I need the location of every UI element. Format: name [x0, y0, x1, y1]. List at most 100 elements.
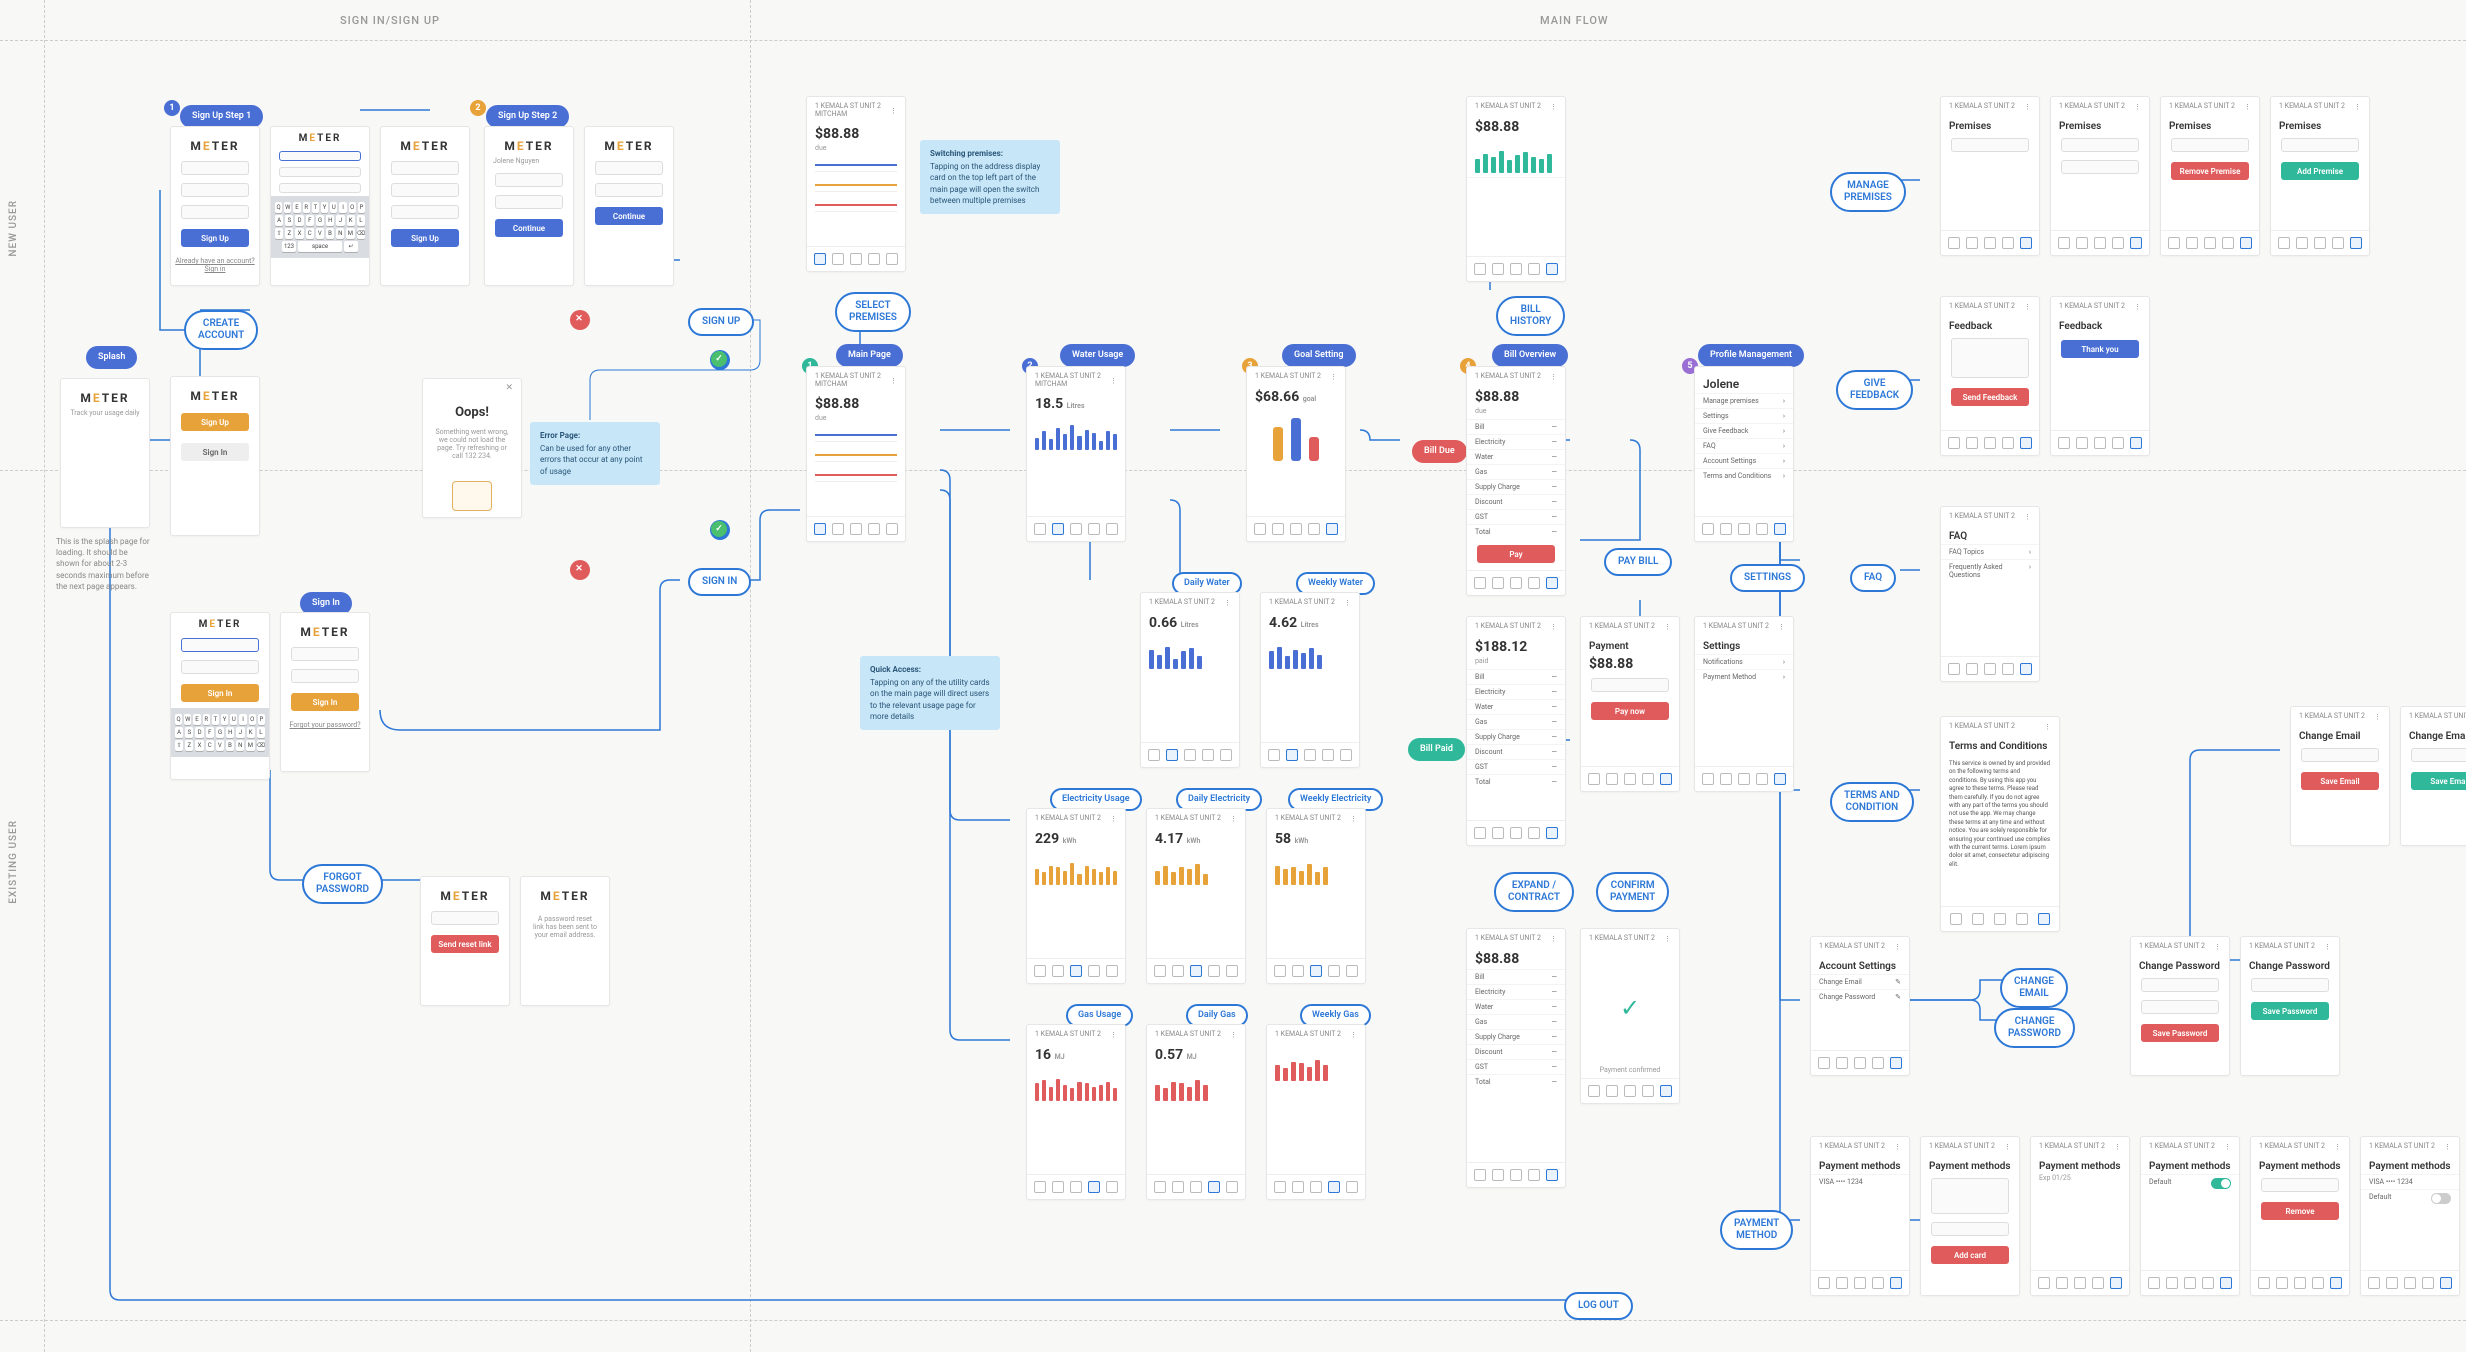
- screen-reset-request[interactable]: METER Send reset link: [420, 876, 510, 1006]
- password-confirm-field[interactable]: [2141, 1000, 2219, 1014]
- remove-premise-button[interactable]: Remove Premise: [2171, 162, 2249, 180]
- toggle[interactable]: [2431, 1193, 2451, 1204]
- menu-icon[interactable]: ⋮: [890, 377, 897, 385]
- card-number-field[interactable]: [1931, 1178, 2009, 1214]
- default-toggle-row[interactable]: Default: [2361, 1189, 2459, 1207]
- close-icon[interactable]: ✕: [423, 379, 521, 397]
- screen-goal-setting[interactable]: 1 KEMALA ST UNIT 2⋮ $68.66 goal: [1246, 366, 1346, 542]
- screen-signup2-b[interactable]: METER Continue: [584, 126, 674, 286]
- weekly-water-chart[interactable]: [1261, 633, 1359, 673]
- screen-change-password-a[interactable]: 1 KEMALA ST UNIT 2⋮ Change Password Save…: [2130, 936, 2230, 1076]
- screen-pay-bill[interactable]: 1 KEMALA ST UNIT 2⋮ Payment $88.88 Pay n…: [1580, 616, 1680, 792]
- screen-main[interactable]: 1 KEMALA ST UNIT 2MITCHAM⋮ $88.88 due: [806, 366, 906, 542]
- screen-payment-b[interactable]: 1 KEMALA ST UNIT 2⋮ Payment methods Add …: [1920, 1136, 2020, 1296]
- water-card[interactable]: [815, 430, 897, 442]
- screen-signup1-a[interactable]: METER Sign Up Already have an account? S…: [170, 126, 260, 286]
- change-email-row[interactable]: Change Email✎: [1811, 974, 1909, 989]
- menu-icon[interactable]: ⋮: [1110, 377, 1117, 385]
- screen-error[interactable]: ✕ Oops! Something went wrong, we could n…: [422, 378, 522, 518]
- screen-daily-elec[interactable]: 1 KEMALA ST UNIT 2⋮ 4.17 kWh: [1146, 808, 1246, 984]
- send-reset-button[interactable]: Send reset link: [431, 935, 499, 953]
- card-expiry-field[interactable]: [1931, 1222, 2009, 1236]
- profile-item[interactable]: Terms and Conditions›: [1695, 468, 1793, 483]
- water-chart[interactable]: [1027, 414, 1125, 454]
- screen-premises-a[interactable]: 1 KEMALA ST UNIT 2⋮ Premises: [1940, 96, 2040, 256]
- premises-item[interactable]: [2061, 160, 2139, 174]
- profile-item[interactable]: Account Settings›: [1695, 453, 1793, 468]
- screen-payment-c[interactable]: 1 KEMALA ST UNIT 2⋮ Payment methods Exp …: [2030, 1136, 2130, 1296]
- screen-payment-e[interactable]: 1 KEMALA ST UNIT 2⋮ Payment methods Remo…: [2250, 1136, 2350, 1296]
- keyboard[interactable]: QWERTYUIOP ASDFGHJKL ⇧ZXCVBNM⌫ 123space↵: [271, 196, 369, 258]
- visa-row[interactable]: VISA •••• 1234: [1811, 1174, 1909, 1189]
- email-field[interactable]: [279, 151, 361, 161]
- address-display[interactable]: 1 KEMALA ST UNIT 2MITCHAM: [815, 373, 881, 388]
- email-field[interactable]: [2411, 748, 2466, 762]
- pay-bill-button[interactable]: Pay: [1477, 545, 1555, 563]
- email-field[interactable]: [181, 161, 249, 175]
- elec-chart[interactable]: [1027, 849, 1125, 889]
- address-display[interactable]: 1 KEMALA ST UNIT 2MITCHAM: [1035, 373, 1101, 388]
- menu-icon[interactable]: ⋮: [890, 107, 897, 115]
- weekly-gas-chart[interactable]: [1267, 1045, 1365, 1085]
- screen-payment-f[interactable]: 1 KEMALA ST UNIT 2⋮ Payment methods VISA…: [2360, 1136, 2460, 1296]
- screen-elec-usage[interactable]: 1 KEMALA ST UNIT 2⋮ 229 kWh: [1026, 808, 1126, 984]
- elec-spark[interactable]: [815, 180, 897, 192]
- screen-signup1-filled[interactable]: METER Sign Up: [380, 126, 470, 286]
- email-field[interactable]: [181, 638, 259, 652]
- weekly-elec-chart[interactable]: [1267, 849, 1365, 889]
- screen-confirm-payment[interactable]: 1 KEMALA ST UNIT 2⋮ ✓ Payment confirmed: [1580, 928, 1680, 1104]
- save-password-button[interactable]: Save Password: [2141, 1024, 2219, 1042]
- email-field[interactable]: [291, 647, 359, 661]
- signup-button[interactable]: Sign Up: [181, 413, 249, 431]
- screen-change-email-a[interactable]: 1 KEMALA ST UNIT 2⋮ Change Email Save Em…: [2290, 706, 2390, 846]
- bill-history-chart[interactable]: [1467, 137, 1565, 177]
- feedback-textarea[interactable]: [1951, 338, 2029, 378]
- screen-profile[interactable]: Jolene Manage premises›Settings›Give Fee…: [1694, 366, 1794, 542]
- password-field[interactable]: [181, 183, 249, 197]
- screen-weekly-water[interactable]: 1 KEMALA ST UNIT 2⋮ 4.62 Litres: [1260, 592, 1360, 768]
- signup-button[interactable]: Sign Up: [391, 229, 459, 247]
- screen-terms[interactable]: 1 KEMALA ST UNIT 2⋮ Terms and Conditions…: [1940, 716, 2060, 932]
- tab-bar[interactable]: [807, 516, 905, 541]
- screen-daily-water[interactable]: 1 KEMALA ST UNIT 2⋮ 0.66 Litres: [1140, 592, 1240, 768]
- screen-signup2-a[interactable]: METER Jolene Nguyen Continue: [484, 126, 574, 286]
- premises-item[interactable]: [2171, 138, 2249, 152]
- confirm-password-field[interactable]: [279, 183, 361, 193]
- elec-card[interactable]: [815, 450, 897, 462]
- save-password-button[interactable]: Save Password: [2251, 1002, 2329, 1020]
- screen-signin[interactable]: METER Sign In Forgot your password?: [280, 612, 370, 772]
- screen-faq[interactable]: 1 KEMALA ST UNIT 2⋮ FAQ FAQ Topics› Freq…: [1940, 506, 2040, 682]
- screen-payment-d[interactable]: 1 KEMALA ST UNIT 2⋮ Payment methods Defa…: [2140, 1136, 2240, 1296]
- screen-select-premises[interactable]: 1 KEMALA ST UNIT 2MITCHAM⋮ $88.88 due: [806, 96, 906, 272]
- premises-item[interactable]: [2281, 138, 2359, 152]
- screen-premises-remove[interactable]: 1 KEMALA ST UNIT 2⋮ Premises Remove Prem…: [2160, 96, 2260, 256]
- tab-bar[interactable]: [807, 246, 905, 271]
- screen-bill-overview[interactable]: 1 KEMALA ST UNIT 2⋮ $88.88 due Bill—Elec…: [1466, 366, 1566, 596]
- continue-button[interactable]: Continue: [595, 207, 663, 225]
- signin-button[interactable]: Sign In: [181, 443, 249, 461]
- confirm-password-field[interactable]: [391, 205, 459, 219]
- remove-card-button[interactable]: Remove: [2261, 1202, 2339, 1220]
- screen-account-settings[interactable]: 1 KEMALA ST UNIT 2⋮ Account Settings Cha…: [1810, 936, 1910, 1076]
- faq-item[interactable]: Frequently Asked Questions›: [1941, 559, 2039, 582]
- save-email-button[interactable]: Save Email: [2301, 772, 2379, 790]
- signin-button[interactable]: Sign In: [181, 684, 259, 702]
- water-spark[interactable]: [815, 160, 897, 172]
- email-field[interactable]: [2301, 748, 2379, 762]
- email-field[interactable]: [391, 161, 459, 175]
- signin-button[interactable]: Sign In: [291, 693, 359, 711]
- screen-payment-a[interactable]: 1 KEMALA ST UNIT 2⋮ Payment methods VISA…: [1810, 1136, 1910, 1296]
- screen-login[interactable]: METER Sign Up Sign In: [170, 376, 260, 536]
- screen-feedback[interactable]: 1 KEMALA ST UNIT 2⋮ Feedback Send Feedba…: [1940, 296, 2040, 456]
- password-field[interactable]: [279, 167, 361, 177]
- screen-premises-b[interactable]: 1 KEMALA ST UNIT 2⋮ Premises: [2050, 96, 2150, 256]
- gas-chart[interactable]: [1027, 1065, 1125, 1105]
- continue-button[interactable]: Continue: [495, 219, 563, 237]
- screen-daily-gas[interactable]: 1 KEMALA ST UNIT 2⋮ 0.57 MJ: [1146, 1024, 1246, 1200]
- password-field[interactable]: [181, 660, 259, 674]
- phone-field[interactable]: [495, 173, 563, 187]
- screen-gas-usage[interactable]: 1 KEMALA ST UNIT 2⋮ 16 MJ: [1026, 1024, 1126, 1200]
- profile-item[interactable]: Manage premises›: [1695, 393, 1793, 408]
- screen-splash[interactable]: METER Track your usage daily: [60, 378, 150, 528]
- password-field[interactable]: [391, 183, 459, 197]
